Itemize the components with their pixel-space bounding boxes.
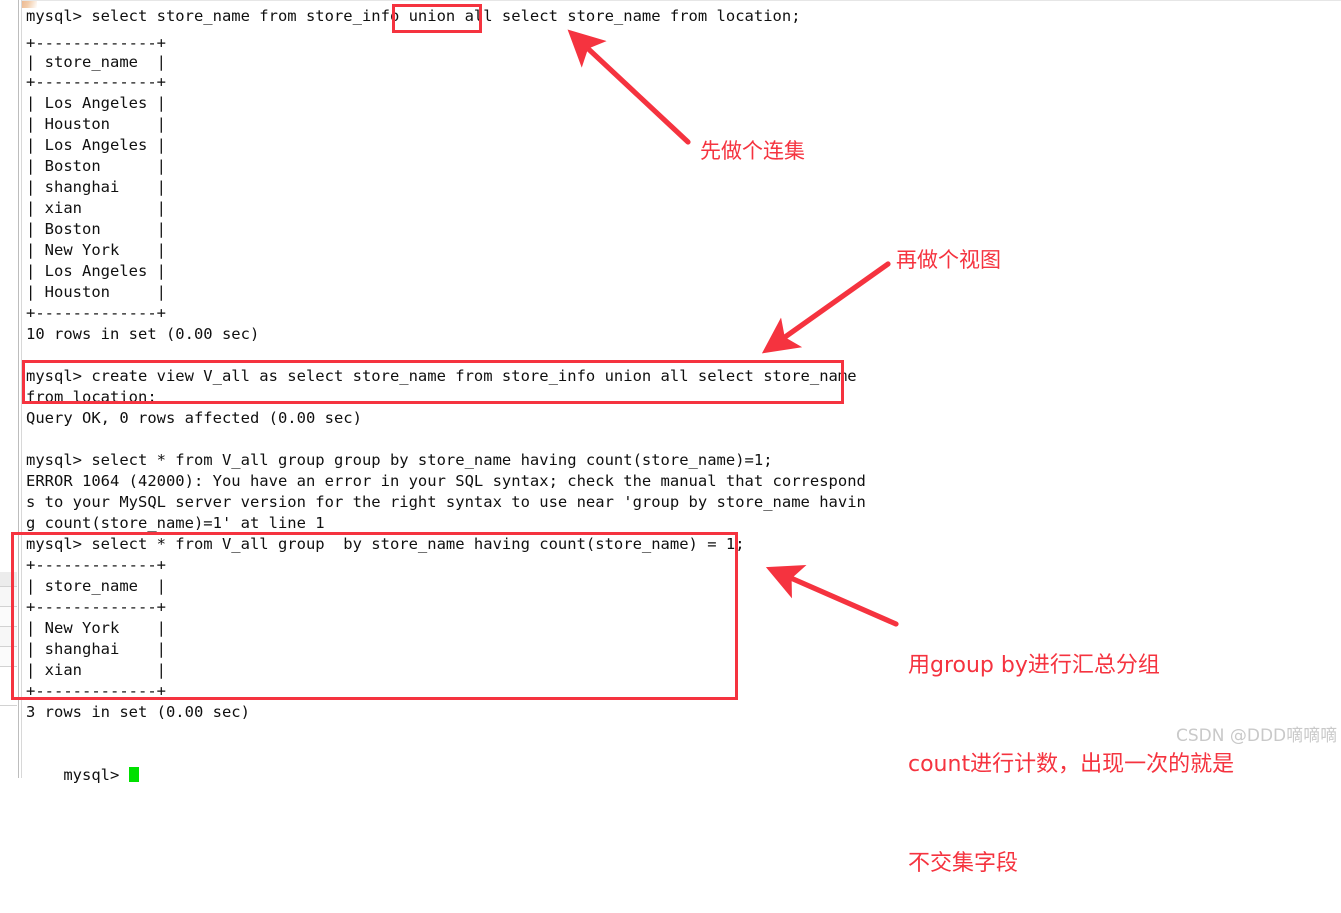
console-line: | Boston | (26, 220, 166, 238)
console-line: | Boston | (26, 157, 166, 175)
console-line: mysql> select store_name from store_info… (26, 7, 801, 25)
console-line: +-------------+ (26, 682, 166, 700)
background-rule (0, 666, 17, 667)
annotation-note-group-by: 用group by进行汇总分组 count进行计数，出现一次的就是 不交集字段 (908, 583, 1234, 913)
background-band (0, 587, 17, 606)
prompt-label: mysql> (63, 766, 129, 784)
background-band (0, 572, 17, 586)
background-band (0, 647, 17, 666)
console-line: | Los Angeles | (26, 136, 166, 154)
console-line: | New York | (26, 241, 166, 259)
console-line: mysql> create view V_all as select store… (26, 367, 857, 385)
console-line: +-------------+ (26, 598, 166, 616)
watermark: CSDN @DDD嘀嘀嘀 (1176, 726, 1338, 746)
console-line: | Los Angeles | (26, 262, 166, 280)
console-line: | Houston | (26, 283, 166, 301)
annotation-note-union-all: 先做个连集 (700, 139, 805, 163)
console-line: Query OK, 0 rows affected (0.00 sec) (26, 409, 362, 427)
annotation-note-create-view: 再做个视图 (896, 248, 1001, 272)
console-line: | shanghai | (26, 178, 166, 196)
console-line: from location; (26, 388, 157, 406)
console-line: | store_name | (26, 577, 166, 595)
console-line: ERROR 1064 (42000): You have an error in… (26, 472, 866, 490)
background-window-strip (0, 0, 18, 778)
console-prompt-line[interactable]: mysql> (26, 744, 139, 784)
console-line: | shanghai | (26, 640, 166, 658)
console-line: | Houston | (26, 115, 166, 133)
console-line: mysql> select * from V_all group by stor… (26, 535, 745, 553)
console-line: +-------------+ (26, 73, 166, 91)
console-line: | xian | (26, 661, 166, 679)
console-line: +-------------+ (26, 556, 166, 574)
console-line: +-------------+ (26, 34, 166, 52)
annotation-note-group-by-line3: 不交集字段 (908, 851, 1019, 876)
background-band (0, 627, 17, 646)
console-line: | store_name | (26, 53, 166, 71)
console-line: | New York | (26, 619, 166, 637)
console-line: +-------------+ (26, 304, 166, 322)
console-line: s to your MySQL server version for the r… (26, 493, 866, 511)
annotation-note-group-by-line2: count进行计数，出现一次的就是 (908, 752, 1235, 777)
background-window-divider (18, 0, 19, 778)
console-line: 10 rows in set (0.00 sec) (26, 325, 260, 343)
annotation-note-group-by-line1: 用group by进行汇总分组 (908, 653, 1160, 678)
console-line: | Los Angeles | (26, 94, 166, 112)
console-line: mysql> select * from V_all group group b… (26, 451, 773, 469)
console-line: g count(store_name)=1' at line 1 (26, 514, 325, 532)
background-band (0, 607, 17, 626)
background-rule (0, 705, 17, 706)
console-line: | xian | (26, 199, 166, 217)
console-line: 3 rows in set (0.00 sec) (26, 703, 250, 721)
cursor-block-icon (128, 767, 139, 782)
